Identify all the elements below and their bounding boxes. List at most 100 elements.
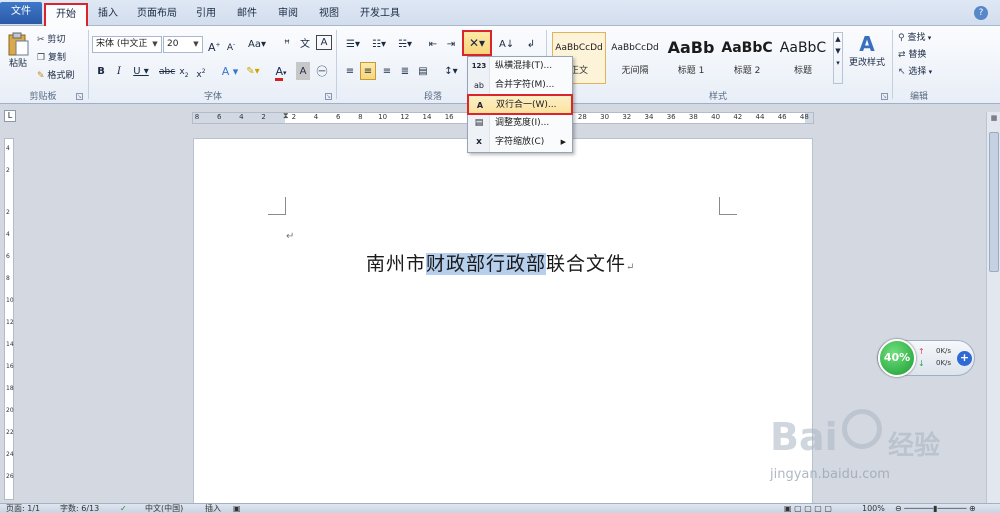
document-page[interactable]: ↵ 南州市财政部行政部联合文件↵ xyxy=(193,138,813,508)
numbering-button[interactable]: ☷▾ xyxy=(368,35,390,53)
insert-mode[interactable]: 插入 xyxy=(205,504,221,513)
tab-developer[interactable]: 开发工具 xyxy=(355,4,405,26)
paragraph-mark: ↵ xyxy=(286,231,295,242)
clipboard-dialog-launcher[interactable]: ↘ xyxy=(76,93,83,100)
grow-font-button[interactable]: A+ xyxy=(207,35,221,54)
font-name-combo[interactable]: 宋体 (中文正 ▼ xyxy=(92,36,162,53)
line-spacing-button[interactable]: ↕▾ xyxy=(440,62,462,80)
subscript-button[interactable]: x2 xyxy=(177,62,191,80)
tab-view[interactable]: 视图 xyxy=(314,4,344,26)
style-heading-1[interactable]: AaBb 标题 1 xyxy=(664,32,718,84)
find-button[interactable]: ⚲ 查找 ▾ xyxy=(897,28,947,46)
help-icon[interactable]: ? xyxy=(974,6,988,20)
ruler-tick-label: 32 xyxy=(622,113,632,121)
sort-button[interactable]: A↓ xyxy=(498,35,514,53)
macro-icon[interactable]: ▣ xyxy=(233,504,241,513)
font-color-button[interactable]: A▾ xyxy=(270,62,292,81)
document-title-line[interactable]: 南州市财政部行政部联合文件↵ xyxy=(366,249,635,276)
bold-button[interactable]: B xyxy=(94,62,108,80)
highlight-button[interactable]: ✎▾ xyxy=(242,62,264,80)
show-marks-button[interactable]: ↲ xyxy=(524,35,538,53)
style-heading-2[interactable]: AaBbC 标题 2 xyxy=(720,32,774,84)
styles-gallery-scroll[interactable]: ▲ ▼ ▾ xyxy=(833,32,843,84)
word-count[interactable]: 字数: 6/13 xyxy=(60,504,99,513)
ruler-toggle-icon[interactable]: ▦ xyxy=(989,114,999,126)
change-case-button[interactable]: Aa▾ xyxy=(246,35,268,53)
enclose-characters-button[interactable]: ㊀ xyxy=(314,62,330,80)
font-dialog-launcher[interactable]: ↘ xyxy=(325,93,332,100)
cut-button[interactable]: ✂ 剪切 xyxy=(36,30,78,48)
menu-item-fit-text[interactable]: ▤ 调整宽度(I)... xyxy=(468,114,572,133)
clear-formatting-button[interactable]: ꟸ xyxy=(280,35,294,53)
copy-button[interactable]: ❐ 复制 xyxy=(36,48,78,66)
grow-font-icon: A+ xyxy=(208,40,221,54)
distributed-button[interactable]: ▤ xyxy=(415,62,431,80)
replace-button[interactable]: ⇄ 替换 xyxy=(897,45,947,63)
tab-file[interactable]: 文件 xyxy=(0,2,42,24)
character-shading-button[interactable]: A xyxy=(296,62,310,80)
ruler-tick-label: 38 xyxy=(688,113,698,121)
network-speed-widget[interactable]: 40% ↑ ↓ 0K/s 0K/s + xyxy=(877,339,975,377)
character-border-button[interactable]: A xyxy=(316,35,332,50)
align-right-button[interactable]: ≡ xyxy=(379,62,395,80)
combine-characters-icon: ab xyxy=(474,81,484,90)
increase-indent-button[interactable]: ⇥ xyxy=(444,35,458,53)
multilevel-list-button[interactable]: ☵▾ xyxy=(394,35,416,53)
style-name: 标题 1 xyxy=(677,66,705,76)
tab-insert[interactable]: 插入 xyxy=(93,4,123,26)
align-left-button[interactable]: ≡ xyxy=(342,62,358,80)
text-effects-button[interactable]: A ▾ xyxy=(220,62,240,80)
select-button[interactable]: ↖ 选择 ▾ xyxy=(897,62,947,80)
bullets-button[interactable]: ☰▾ xyxy=(342,35,364,53)
menu-item-character-scaling[interactable]: x 字符缩放(C) ▶ xyxy=(468,133,572,152)
paste-button[interactable]: 粘贴 xyxy=(4,30,32,76)
view-buttons[interactable]: ▣ ▢ ▢ ▢ ▢ xyxy=(784,504,832,513)
tab-selector[interactable]: L xyxy=(4,110,16,122)
decrease-indent-button[interactable]: ⇤ xyxy=(426,35,440,53)
style-title[interactable]: AaBbC 标题 xyxy=(776,32,830,84)
strikethrough-button[interactable]: abc xyxy=(158,62,175,80)
upload-arrow-icon: ↑ xyxy=(918,347,925,356)
scroll-thumb[interactable] xyxy=(989,132,999,272)
divider xyxy=(88,30,89,99)
chinese-layout-button[interactable]: ✕▾ xyxy=(462,30,492,56)
format-painter-button[interactable]: ✎ 格式刷 xyxy=(36,66,86,84)
menu-item-vertical-in-horizontal[interactable]: 123 纵横混排(T)... xyxy=(468,57,572,76)
tab-mailings[interactable]: 邮件 xyxy=(232,4,262,26)
style-no-spacing[interactable]: AaBbCcDd 无间隔 xyxy=(608,32,662,84)
shrink-font-button[interactable]: A- xyxy=(224,35,238,53)
font-color-icon: A xyxy=(275,65,283,81)
clipboard-icon xyxy=(8,32,29,56)
ruler-tick-label: 4 xyxy=(239,113,244,121)
watermark-url: jingyan.baidu.com xyxy=(770,467,890,482)
phonetic-guide-button[interactable]: 文 xyxy=(298,35,312,53)
add-icon[interactable]: + xyxy=(957,351,972,366)
language[interactable]: 中文(中国) xyxy=(145,504,183,513)
tab-review[interactable]: 审阅 xyxy=(273,4,303,26)
superscript-button[interactable]: x2 xyxy=(194,62,208,80)
align-center-button[interactable]: ≡ xyxy=(360,62,376,80)
menu-item-two-lines-in-one[interactable]: A 双行合一(W)... xyxy=(467,94,573,115)
justify-button[interactable]: ≣ xyxy=(397,62,413,80)
zoom-slider[interactable]: ⊖ ──────▮────── ⊕ xyxy=(895,504,976,513)
styles-dialog-launcher[interactable]: ↘ xyxy=(881,93,888,100)
italic-button[interactable]: I xyxy=(112,62,126,80)
upload-speed: 0K/s xyxy=(936,347,952,355)
proofing-icon[interactable]: ✓ xyxy=(120,504,127,513)
scissors-icon: ✂ xyxy=(37,35,45,45)
download-speed: 0K/s xyxy=(936,359,952,367)
text-effects-icon: A ▾ xyxy=(221,65,239,78)
font-size-combo[interactable]: 20 ▼ xyxy=(163,36,203,53)
tab-references[interactable]: 引用 xyxy=(191,4,221,26)
indent-marker[interactable]: ⧗ xyxy=(283,111,289,121)
vertical-ruler[interactable]: 4 2 2 4 6 8 10 12 14 16 18 20 22 24 26 xyxy=(4,138,14,500)
change-styles-button[interactable]: A 更改样式 xyxy=(846,30,888,76)
page-count[interactable]: 页面: 1/1 xyxy=(6,504,40,513)
ruler-tick-label: 8 xyxy=(194,113,200,121)
tab-page-layout[interactable]: 页面布局 xyxy=(132,4,182,26)
shrink-font-icon: A- xyxy=(226,41,236,53)
menu-item-combine-characters[interactable]: ab 合并字符(M)... xyxy=(468,76,572,95)
underline-button[interactable]: U ▾ xyxy=(130,62,152,80)
zoom-level[interactable]: 100% xyxy=(862,504,885,513)
tab-home[interactable]: 开始 xyxy=(44,3,88,28)
